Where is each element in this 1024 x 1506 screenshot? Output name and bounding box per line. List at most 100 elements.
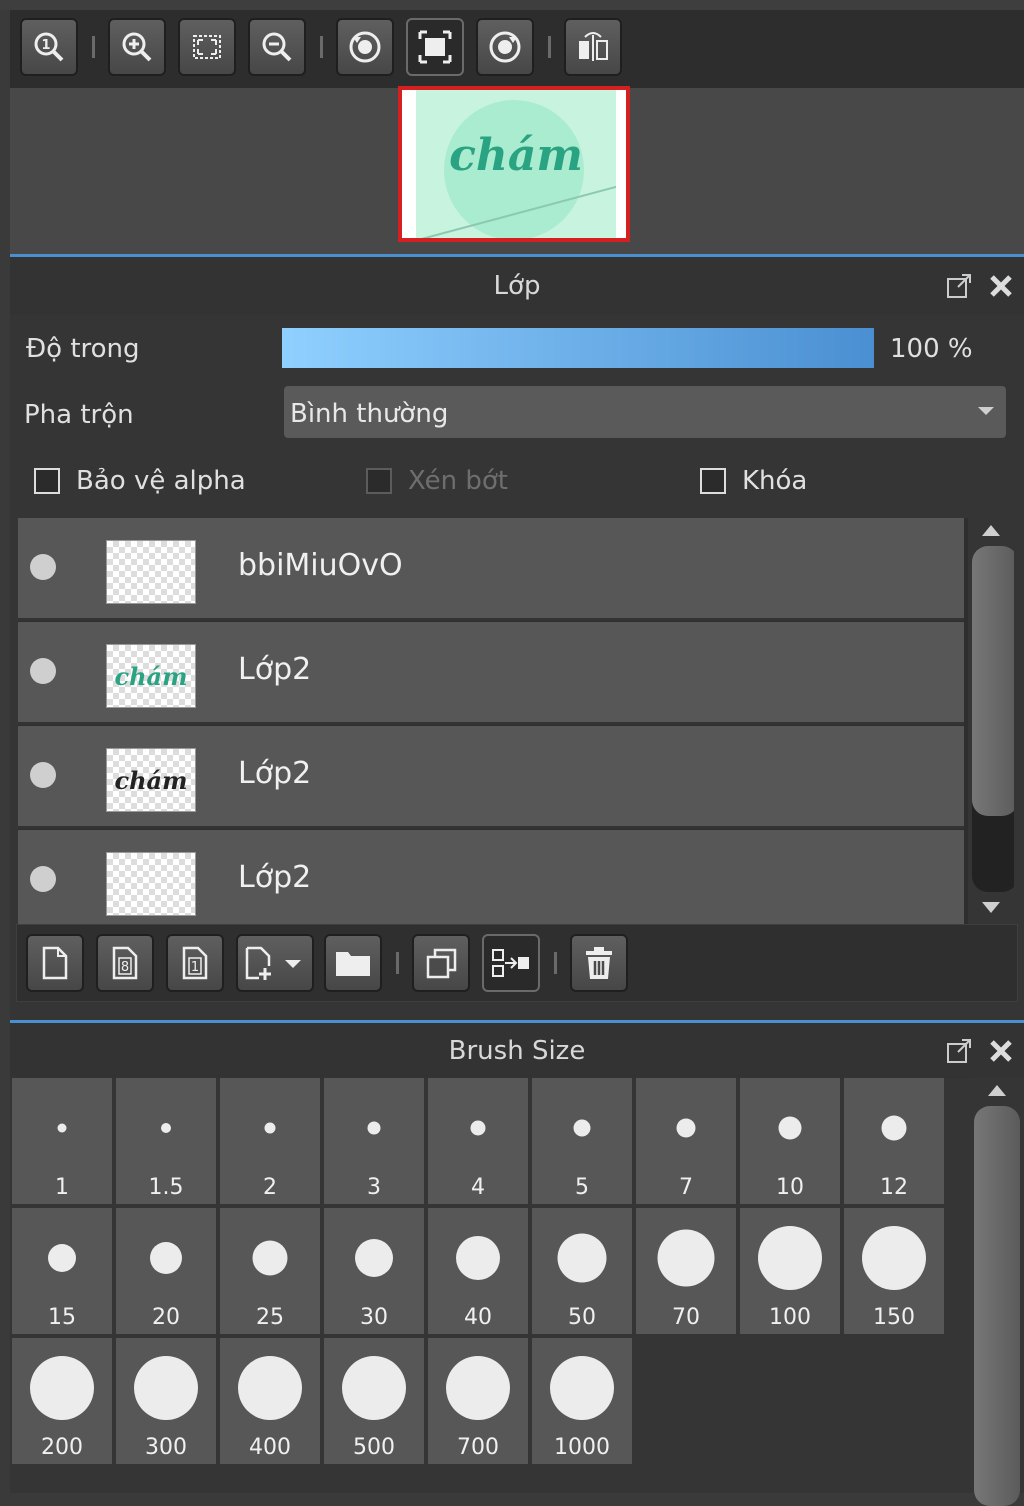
brush-size-label: 30 [360,1305,388,1330]
new-8bit-layer-button[interactable]: 8 [96,934,154,992]
brush-size-cell[interactable]: 30 [324,1208,424,1334]
brush-size-cell[interactable]: 1 [12,1078,112,1204]
layer-row[interactable]: chám Lớp2 [18,726,964,829]
brush-size-cell[interactable]: 50 [532,1208,632,1334]
close-icon[interactable] [988,1038,1014,1064]
chevron-down-icon [978,407,994,415]
fit-window-button[interactable] [406,18,464,76]
layer-list-scrollbar[interactable] [968,518,1014,924]
preview-lettering: chám [449,130,583,181]
brush-preview-dot [758,1226,822,1290]
scrollbar-thumb[interactable] [972,546,1014,816]
brush-size-title: Brush Size [448,1036,586,1066]
brush-size-cell[interactable]: 400 [220,1338,320,1464]
layer-name: Lớp2 [238,756,312,791]
brush-size-cell[interactable]: 1000 [532,1338,632,1464]
brush-size-label: 150 [873,1305,915,1330]
layer-row[interactable]: chám Lớp2 [18,622,964,725]
visibility-toggle[interactable] [30,554,56,580]
add-layer-dropdown-button[interactable] [236,934,314,992]
folder-icon [336,952,370,976]
brush-size-cell[interactable]: 70 [636,1208,736,1334]
lock-checkbox[interactable] [700,468,726,494]
clip-checkbox[interactable] [366,468,392,494]
zoom-actual-button[interactable]: 1 [20,18,78,76]
opacity-slider[interactable] [282,328,874,368]
layer-row[interactable]: bbiMiuOvO [18,518,964,621]
brush-size-cell[interactable]: 4 [428,1078,528,1204]
visibility-toggle[interactable] [30,762,56,788]
brush-size-cell[interactable]: 150 [844,1208,944,1334]
brush-size-cell[interactable]: 200 [12,1338,112,1464]
brush-grid-scrollbar[interactable] [970,1078,1024,1506]
brush-size-label: 2 [263,1175,277,1200]
brush-size-label: 20 [152,1305,180,1330]
rotate-left-button[interactable] [336,18,394,76]
delete-layer-button[interactable] [570,934,628,992]
brush-size-cell[interactable]: 700 [428,1338,528,1464]
layer-thumbnail [106,852,196,916]
brush-size-cell[interactable]: 12 [844,1078,944,1204]
brush-size-cell[interactable]: 2 [220,1078,320,1204]
brush-size-label: 25 [256,1305,284,1330]
rotate-right-button[interactable] [476,18,534,76]
toolbar-separator [554,952,557,974]
scroll-up-icon[interactable] [980,522,1002,538]
svg-text:8: 8 [121,960,129,975]
brush-size-cell[interactable]: 300 [116,1338,216,1464]
brush-size-cell[interactable]: 20 [116,1208,216,1334]
toolbar-separator [396,952,399,974]
brush-size-cell[interactable]: 5 [532,1078,632,1204]
zoom-in-icon [122,32,152,62]
zoom-in-button[interactable] [108,18,166,76]
blend-mode-select[interactable]: Bình thường [284,386,1006,438]
brush-size-cell[interactable]: 25 [220,1208,320,1334]
zoom-out-icon [262,32,292,62]
new-1bit-layer-icon: 1 [182,946,208,980]
opacity-label: Độ trong [26,334,140,364]
zoom-out-button[interactable] [248,18,306,76]
brush-size-cell[interactable]: 100 [740,1208,840,1334]
close-icon[interactable] [988,273,1014,299]
layers-panel-header: Lớp [10,254,1024,315]
protect-alpha-checkbox[interactable] [34,468,60,494]
brush-size-cell[interactable]: 7 [636,1078,736,1204]
scrollbar-thumb[interactable] [974,1106,1020,1506]
new-folder-button[interactable] [324,934,382,992]
fit-screen-icon [193,35,221,59]
visibility-toggle[interactable] [30,866,56,892]
brush-size-label: 15 [48,1305,76,1330]
canvas-preview[interactable]: chám [398,86,630,242]
visibility-toggle[interactable] [30,658,56,684]
brush-size-cell[interactable]: 10 [740,1078,840,1204]
flip-horizontal-button[interactable] [564,18,622,76]
lock-label: Khóa [742,466,808,496]
brush-size-cell[interactable]: 500 [324,1338,424,1464]
duplicate-layer-button[interactable] [412,934,470,992]
brush-preview-dot [557,1233,607,1283]
brush-preview-dot [150,1242,182,1274]
popout-icon[interactable] [946,273,972,299]
brush-size-cell[interactable]: 15 [12,1208,112,1334]
layer-row[interactable]: Lớp2 [18,830,964,924]
new-1bit-layer-button[interactable]: 1 [166,934,224,992]
duplicate-layer-icon [426,948,457,979]
brush-size-label: 1000 [554,1435,610,1460]
brush-size-cell[interactable]: 1.5 [116,1078,216,1204]
scroll-up-icon[interactable] [986,1082,1008,1098]
rotate-right-icon [489,31,521,63]
fit-screen-button[interactable] [178,18,236,76]
flip-horizontal-icon [579,32,608,61]
brush-preview-dot [57,1123,67,1133]
new-layer-icon [42,946,68,980]
new-layer-button[interactable] [26,934,84,992]
brush-size-label: 1 [55,1175,69,1200]
merge-layer-button[interactable] [482,934,540,992]
brush-size-cell[interactable]: 3 [324,1078,424,1204]
popout-icon[interactable] [946,1038,972,1064]
brush-size-cell[interactable]: 40 [428,1208,528,1334]
brush-size-label: 10 [776,1175,804,1200]
brush-preview-dot [48,1244,76,1272]
brush-size-label: 12 [880,1175,908,1200]
scroll-down-icon[interactable] [980,900,1002,916]
